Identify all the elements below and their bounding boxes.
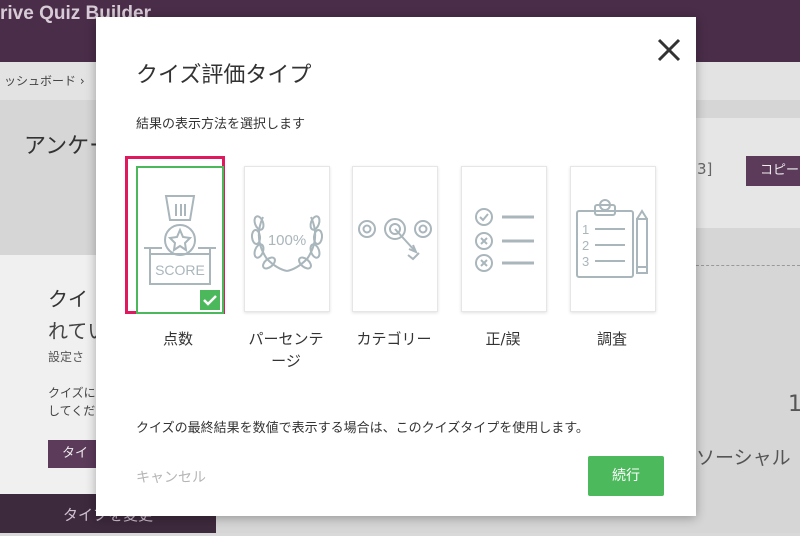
left-panel-text: 設定さ — [48, 350, 85, 364]
close-icon[interactable] — [652, 33, 686, 67]
percent-icon-text: 100% — [268, 232, 306, 249]
option-survey-label: 調査 — [596, 330, 627, 348]
score-icon-text: SCORE — [155, 262, 205, 278]
svg-text:1: 1 — [582, 222, 589, 237]
breadcrumb[interactable]: ッシュボード › — [4, 72, 85, 89]
svg-text:3: 3 — [582, 254, 589, 269]
option-percentage[interactable]: 100% — [244, 166, 330, 312]
left-panel-text-2: クイズに — [48, 386, 96, 400]
clipboard-pencil-icon: 1 2 3 — [576, 199, 648, 278]
option-percentage-label-line2: ージ — [271, 352, 301, 370]
dialog-title: クイズ評価タイプ — [136, 63, 312, 88]
svg-text:2: 2 — [582, 238, 589, 253]
right-number: 3] — [697, 160, 713, 178]
check-icon — [200, 290, 220, 310]
continue-button[interactable]: 続行 — [588, 456, 664, 496]
laurel-percent-icon: 100% — [250, 215, 324, 272]
option-category[interactable] — [352, 166, 438, 312]
divider — [696, 265, 800, 266]
option-description: クイズの最終結果を数値で表示する場合は、このクイズタイプを使用します。 — [136, 421, 589, 436]
left-panel-heading: クイ — [48, 287, 88, 311]
social-label: ソーシャル — [696, 447, 791, 469]
left-panel-button[interactable]: タイ — [48, 440, 96, 468]
target-arrow-icon — [358, 218, 432, 261]
option-score[interactable]: SCORE — [136, 166, 224, 314]
option-true-false-label: 正/誤 — [485, 330, 521, 348]
copy-button[interactable]: コピー — [746, 156, 800, 186]
option-survey[interactable]: 1 2 3 — [570, 166, 656, 312]
option-percentage-label: パーセンテ ージ — [236, 328, 336, 372]
option-score-label: 点数 — [162, 330, 193, 348]
left-panel-text-3: してくだ — [48, 404, 96, 418]
option-true-false[interactable] — [461, 166, 547, 312]
quiz-type-dialog: クイズ評価タイプ 結果の表示方法を選択します SCORE 点数 100% パーセ… — [96, 17, 696, 516]
cancel-button[interactable]: キャンセル — [136, 467, 206, 487]
dialog-subtitle: 結果の表示方法を選択します — [136, 117, 306, 132]
side-number: 1 — [788, 392, 800, 417]
checklist-icon — [475, 208, 534, 272]
option-percentage-label-line1: パーセンテ — [248, 330, 324, 348]
option-category-label: カテゴリー — [356, 330, 432, 348]
